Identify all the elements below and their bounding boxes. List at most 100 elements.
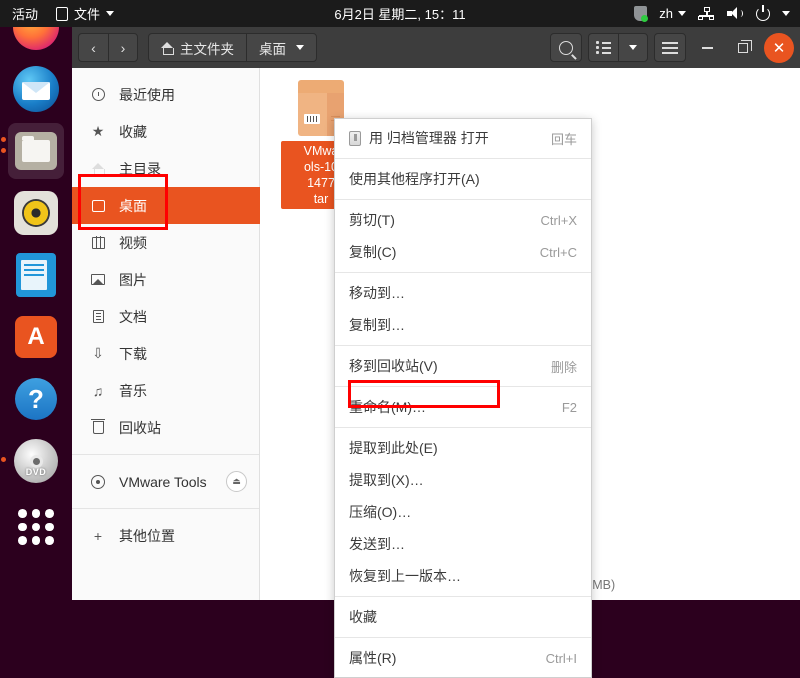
breadcrumb-current-label: 桌面 [259,38,286,58]
maximize-button[interactable] [728,33,758,63]
menu-separator [335,272,591,273]
menu-item-move-to[interactable]: 移动到… [335,277,591,309]
menu-item-send-to[interactable]: 发送到… [335,528,591,560]
dock-item-files[interactable] [8,123,64,179]
menu-item-label: 提取到(X)… [349,470,424,490]
desktop-icon [89,197,107,215]
menu-item-move-to-trash[interactable]: 移到回收站(V) 删除 [335,350,591,382]
menu-item-label: 恢复到上一版本… [349,566,461,586]
chevron-down-icon [106,11,114,16]
menu-item-label: 剪切(T) [349,210,395,230]
activities-button[interactable]: 活动 [0,4,48,23]
menu-item-compress[interactable]: 压缩(O)… [335,496,591,528]
sidebar-item-recent[interactable]: 最近使用 [72,76,259,113]
menu-item-label: 使用其他程序打开(A) [349,169,480,189]
sidebar-item-label: 图片 [119,270,147,290]
menu-item-open-with-archive-manager[interactable]: 用 归档管理器 打开 回车 [335,122,591,154]
menu-item-label: 移动到… [349,283,405,303]
menu-item-extract-here[interactable]: 提取到此处(E) [335,432,591,464]
sidebar-item-pictures[interactable]: 图片 [72,261,259,298]
menu-item-open-with-other-application[interactable]: 使用其他程序打开(A) [335,163,591,195]
shield-icon [634,6,647,21]
menu-item-extract-to[interactable]: 提取到(X)… [335,464,591,496]
sidebar-item-desktop[interactable]: 桌面 [72,187,260,224]
sidebar-item-starred[interactable]: ★ 收藏 [72,113,259,150]
dock-item-help[interactable]: ? [8,371,64,427]
dvd-label: DVD [14,467,58,477]
sidebar-item-label: 主目录 [119,159,161,179]
sidebar-item-downloads[interactable]: ⇩ 下载 [72,335,259,372]
menu-item-accel: Ctrl+I [546,651,577,666]
breadcrumb-home[interactable]: 主文件夹 [149,34,246,61]
sidebar-item-other-locations[interactable]: + 其他位置 [72,517,259,554]
sidebar-device-label: VMware Tools [119,474,207,490]
file-label-line: tar [314,192,329,206]
menu-item-label: 压缩(O)… [349,502,411,522]
menu-item-rename[interactable]: 重命名(M)… F2 [335,391,591,423]
chevron-down-icon [678,11,686,16]
dock-item-show-applications[interactable] [8,499,64,555]
view-options-button[interactable] [618,33,648,62]
menu-item-accel: 回车 [551,129,577,148]
menu-item-properties[interactable]: 属性(R) Ctrl+I [335,642,591,674]
menu-separator [335,345,591,346]
dock-item-rhythmbox[interactable] [8,185,64,241]
menu-item-star[interactable]: 收藏 [335,601,591,633]
star-icon: ★ [89,123,107,141]
help-icon: ? [15,378,57,420]
minimize-button[interactable] [692,33,722,63]
menu-item-accel: Ctrl+C [540,245,577,260]
header-bar: ‹ › 主文件夹 桌面 [72,27,800,68]
menu-separator [335,637,591,638]
volume-icon[interactable] [727,7,744,20]
home-icon [89,160,107,178]
dock-item-libreoffice-writer[interactable] [8,247,64,303]
dock-item-dvd[interactable]: DVD [8,433,64,489]
back-button[interactable]: ‹ [78,33,108,62]
dock-item-ubuntu-software[interactable]: A [8,309,64,365]
view-controls [588,33,648,62]
menu-item-label: 发送到… [349,534,405,554]
sidebar-item-label: 收藏 [119,122,147,142]
sidebar-item-documents[interactable]: 文档 [72,298,259,335]
context-menu[interactable]: 用 归档管理器 打开 回车 使用其他程序打开(A) 剪切(T) Ctrl+X 复… [334,118,592,678]
app-grid-icon [18,509,54,545]
home-icon [161,42,174,54]
sidebar-item-videos[interactable]: 视频 [72,224,259,261]
dock-item-thunderbird[interactable] [8,61,64,117]
menu-item-restore-previous-version[interactable]: 恢复到上一版本… [335,560,591,592]
menu-separator [335,199,591,200]
sidebar-divider [72,508,259,509]
sidebar-item-vmware-tools[interactable]: VMware Tools ⏏ [72,463,259,500]
list-view-button[interactable] [588,33,618,62]
menu-separator [335,158,591,159]
power-icon[interactable] [756,7,770,21]
language-indicator[interactable]: zh [659,6,686,21]
menu-item-copy-to[interactable]: 复制到… [335,309,591,341]
sidebar-item-label: 其他位置 [119,526,175,546]
status-area[interactable]: zh [634,6,800,21]
sidebar-item-home[interactable]: 主目录 [72,150,259,187]
sidebar-item-music[interactable]: ♫ 音乐 [72,372,259,409]
gnome-top-bar: 活动 文件 6月2日 星期二, 15：11 zh [0,0,800,27]
picture-icon [89,271,107,289]
sidebar-item-trash[interactable]: 回收站 [72,409,259,446]
menu-item-label: 用 归档管理器 打开 [369,128,489,148]
sidebar-item-label: 视频 [119,233,147,253]
network-icon[interactable] [698,7,715,20]
menu-item-accel: Ctrl+X [541,213,577,228]
breadcrumb-current[interactable]: 桌面 [246,34,316,61]
eject-button[interactable]: ⏏ [226,471,247,492]
main-menu-button[interactable] [654,33,686,62]
menu-item-label: 提取到此处(E) [349,438,438,458]
forward-button[interactable]: › [108,33,138,62]
menu-item-cut[interactable]: 剪切(T) Ctrl+X [335,204,591,236]
files-folder-icon [15,132,57,170]
close-button[interactable]: ✕ [764,33,794,63]
trash-icon [89,419,107,437]
menu-item-label: 重命名(M)… [349,397,426,417]
app-menu-button[interactable]: 文件 [48,4,122,23]
chevron-down-icon[interactable] [782,11,790,16]
search-button[interactable] [550,33,582,62]
menu-item-copy[interactable]: 复制(C) Ctrl+C [335,236,591,268]
